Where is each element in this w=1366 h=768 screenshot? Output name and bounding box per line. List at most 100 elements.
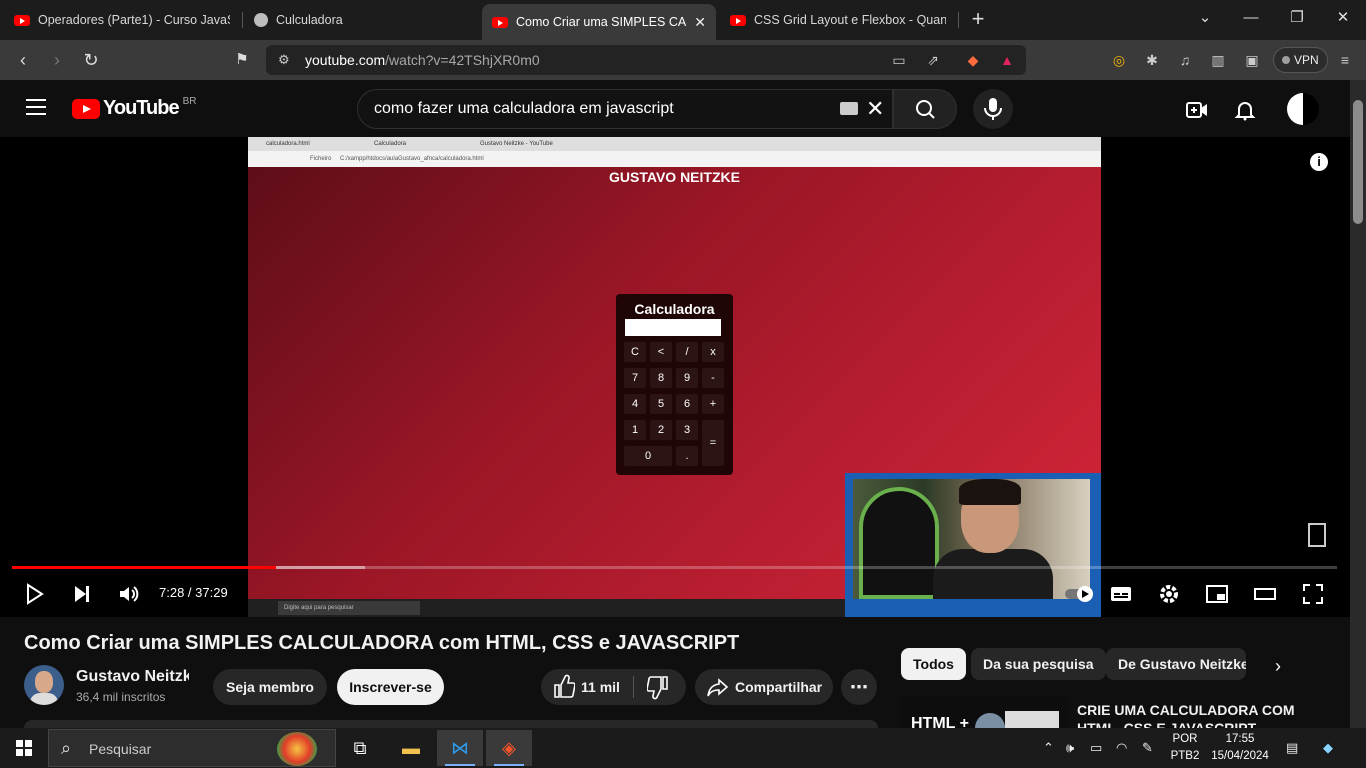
settings-button[interactable]	[1157, 582, 1181, 606]
calc-key: 1	[624, 420, 646, 440]
volume-icon[interactable]: 🕪	[1066, 740, 1074, 756]
scrollbar-thumb[interactable]	[1353, 100, 1363, 224]
search-button[interactable]	[893, 89, 957, 129]
media-icon[interactable]: ♫	[1175, 50, 1195, 70]
vpn-status-icon	[1282, 56, 1290, 64]
taskbar-search[interactable]: ⌕ Pesquisar	[48, 729, 336, 767]
search-input[interactable]: como fazer uma calculadora em javascript…	[357, 89, 893, 129]
input-language[interactable]: POR	[1170, 733, 1200, 745]
browser-tab[interactable]: Operadores (Parte1) - Curso JavaScri	[4, 4, 240, 36]
input-layout[interactable]: PTB2	[1170, 750, 1200, 762]
fullscreen-button[interactable]	[1301, 582, 1325, 606]
chevron-up-icon[interactable]: ⌃	[1043, 740, 1054, 756]
volume-button[interactable]	[117, 582, 141, 606]
restore-button[interactable]: ❐	[1282, 6, 1312, 30]
pen-icon[interactable]: ✎	[1142, 740, 1153, 756]
join-button[interactable]: Seja membro	[213, 669, 327, 705]
brave-rewards-icon[interactable]: ▲	[998, 51, 1016, 69]
chip-from-search[interactable]: Da sua pesquisa	[971, 648, 1106, 680]
hamburger-menu-icon[interactable]	[26, 99, 46, 115]
task-view-icon[interactable]: ⧉	[337, 730, 383, 766]
description-box[interactable]	[24, 720, 878, 728]
calc-key: 3	[676, 420, 698, 440]
battery-icon[interactable]: ▭	[1090, 740, 1102, 756]
share-icon[interactable]: ⇗	[924, 51, 942, 69]
subscriber-count: 36,4 mil inscritos	[76, 690, 166, 704]
dislike-button[interactable]	[646, 669, 669, 718]
sidebar-icon[interactable]: ▥	[1208, 50, 1228, 70]
channel-watermark-icon[interactable]	[1308, 523, 1326, 547]
channel-avatar[interactable]	[24, 665, 64, 705]
browser-tab[interactable]: Culculadora	[244, 4, 480, 36]
create-video-icon[interactable]	[1185, 98, 1209, 122]
youtube-wordmark: YouTube	[103, 97, 180, 119]
minimize-button[interactable]: —	[1236, 6, 1266, 30]
gaming-chair	[859, 487, 939, 599]
close-window-button[interactable]: ✕	[1328, 6, 1358, 30]
vscode-icon[interactable]: ⋈	[437, 730, 483, 766]
windows-start-icon[interactable]	[16, 740, 32, 756]
calc-key: .	[676, 446, 698, 466]
new-tab-button[interactable]: +	[966, 8, 990, 32]
wallet-icon[interactable]: ▣	[1242, 50, 1262, 70]
account-avatar[interactable]	[1287, 93, 1319, 125]
chip-all[interactable]: Todos	[901, 648, 966, 680]
clock-time[interactable]: 17:55	[1208, 733, 1272, 745]
menu-icon[interactable]: ≡	[1335, 50, 1355, 70]
theater-mode-button[interactable]	[1253, 582, 1277, 606]
wallet-coin-icon[interactable]: ◎	[1109, 50, 1129, 70]
chip-from-channel[interactable]: De Gustavo Neitzke	[1106, 648, 1246, 680]
like-dislike-group: 11 mil	[541, 669, 686, 705]
wifi-icon[interactable]: ◠	[1116, 740, 1127, 756]
close-icon[interactable]: ✕	[694, 14, 706, 31]
file-explorer-icon[interactable]: ▬	[388, 730, 434, 766]
extensions-icon[interactable]: ✱	[1142, 50, 1162, 70]
browser-tab-active[interactable]: Como Criar uma SIMPLES CALCUL ✕	[482, 4, 716, 40]
page-scrollbar[interactable]	[1350, 80, 1366, 728]
video-address-bar: Ficheiro C:/xampp/htdocs/aulaGustavo_afn…	[248, 151, 1101, 167]
forward-button[interactable]: ›	[45, 48, 69, 72]
subscribe-button[interactable]: Inscrever-se	[337, 669, 444, 705]
notifications-bell-icon[interactable]	[1233, 98, 1257, 122]
video-player[interactable]: calculadora.html Calculadora Gustavo Nei…	[0, 137, 1350, 617]
tab-search-icon[interactable]: ⌄	[1190, 6, 1220, 30]
progress-bar[interactable]	[12, 566, 1337, 569]
video-url-prefix: Ficheiro	[310, 156, 332, 162]
cast-icon[interactable]: ▭	[890, 51, 908, 69]
brave-browser-icon[interactable]: ◈	[486, 730, 532, 766]
vpn-button[interactable]: VPN	[1273, 47, 1328, 73]
clear-search-icon[interactable]: ✕	[866, 96, 884, 122]
theater-icon	[1254, 588, 1276, 600]
voice-search-button[interactable]	[973, 89, 1013, 129]
back-button[interactable]: ‹	[11, 48, 35, 72]
autoplay-toggle[interactable]	[1065, 582, 1093, 606]
browser-toolbar: ‹ › ↻ ⚑ ⚙ youtube.com/watch?v=42TShjXR0m…	[0, 40, 1366, 80]
miniplayer-button[interactable]	[1205, 582, 1229, 606]
copilot-icon[interactable]: ◆	[1323, 740, 1333, 756]
clock-date[interactable]: 15/04/2024	[1208, 750, 1272, 762]
info-icon[interactable]: i	[1310, 153, 1328, 171]
reload-button[interactable]: ↻	[79, 48, 103, 72]
channel-name[interactable]: Gustavo Neitzke	[76, 668, 189, 686]
next-button[interactable]	[70, 582, 94, 606]
keyboard-icon[interactable]	[840, 102, 858, 115]
address-bar[interactable]: ⚙ youtube.com/watch?v=42TShjXR0m0 ▭ ⇗ ◆ …	[266, 45, 1026, 75]
brave-shield-icon[interactable]: ◆	[964, 51, 982, 69]
browser-tab[interactable]: CSS Grid Layout e Flexbox - Quando	[720, 4, 956, 36]
play-button[interactable]	[22, 582, 46, 606]
youtube-logo[interactable]: YouTube BR	[72, 96, 196, 120]
tab-label: CSS Grid Layout e Flexbox - Quando	[754, 13, 946, 27]
chevron-right-icon[interactable]: ›	[1268, 656, 1288, 676]
calc-key: =	[702, 420, 724, 466]
like-button[interactable]	[553, 669, 576, 718]
bookmark-icon[interactable]: ⚑	[230, 48, 254, 72]
recommended-thumbnail[interactable]: HTML +	[901, 697, 1067, 728]
site-info-icon[interactable]: ⚙	[278, 52, 290, 68]
subtitles-button[interactable]	[1109, 582, 1133, 606]
browser-tab-strip: Operadores (Parte1) - Curso JavaScri Cul…	[0, 0, 1366, 40]
share-button[interactable]: Compartilhar	[695, 669, 833, 705]
more-actions-button[interactable]: ⋯	[841, 669, 877, 705]
fullscreen-icon	[1303, 584, 1323, 604]
notifications-icon[interactable]: ▤	[1286, 740, 1298, 756]
recommended-title[interactable]: CRIE UMA CALCULADORA COM HTML, CSS E JAV…	[1077, 701, 1297, 728]
